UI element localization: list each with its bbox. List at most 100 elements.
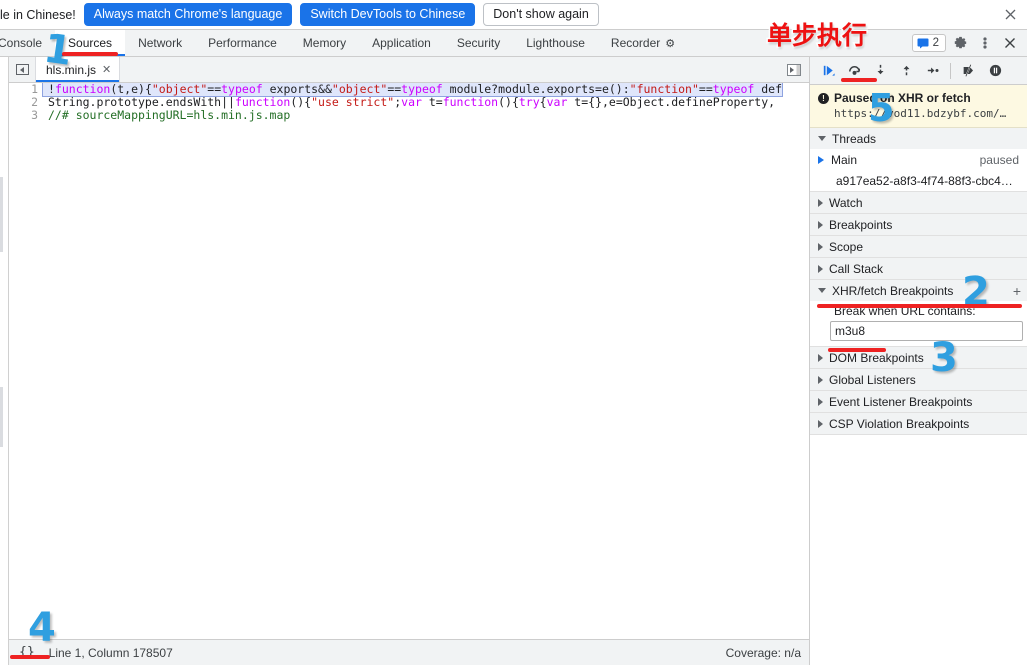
show-debugger-sidebar-icon[interactable]: [783, 61, 805, 79]
editor-pane: hls.min.js ✕ 1 !function(t,e){"object"==t…: [9, 57, 810, 665]
deactivate-breakpoints-icon[interactable]: [957, 60, 981, 82]
messages-count: 2: [932, 37, 939, 49]
thread-row-worker[interactable]: a917ea52-a8f3-4f74-88f3-cbc4…: [810, 170, 1027, 191]
tab-security[interactable]: Security: [444, 30, 513, 56]
tab-console[interactable]: Console: [0, 30, 55, 56]
file-tab-strip: hls.min.js ✕: [9, 57, 809, 83]
switch-devtools-language-button[interactable]: Switch DevTools to Chinese: [300, 3, 476, 26]
close-icon[interactable]: ✕: [102, 63, 111, 76]
tab-label: Lighthouse: [526, 36, 585, 50]
tab-performance[interactable]: Performance: [195, 30, 290, 56]
tab-application[interactable]: Application: [359, 30, 444, 56]
section-dom-breakpoints-header[interactable]: DOM Breakpoints: [810, 347, 1027, 368]
gear-icon[interactable]: [949, 32, 971, 54]
pause-on-exceptions-icon[interactable]: [983, 60, 1007, 82]
step-out-icon[interactable]: [894, 60, 918, 82]
cursor-position: Line 1, Column 178507: [48, 645, 173, 660]
chevron-right-icon: [818, 242, 823, 251]
close-icon[interactable]: [1001, 6, 1019, 24]
paused-reason-text: Paused on XHR or fetch: [834, 91, 971, 105]
sources-panel: hls.min.js ✕ 1 !function(t,e){"object"==t…: [0, 57, 1027, 665]
section-csp-violation-breakpoints: CSP Violation Breakpoints: [810, 413, 1027, 435]
thread-row-main[interactable]: Main paused: [810, 149, 1027, 170]
pretty-print-button[interactable]: {}: [15, 645, 39, 660]
navigator-collapsed-rail[interactable]: [0, 57, 9, 665]
kebab-menu-icon[interactable]: [974, 32, 996, 54]
section-scope-header[interactable]: Scope: [810, 236, 1027, 257]
section-title: XHR/fetch Breakpoints: [832, 283, 954, 298]
section-title: Global Listeners: [829, 372, 916, 387]
chevron-right-icon: [818, 397, 823, 406]
section-breakpoints: Breakpoints: [810, 214, 1027, 236]
tab-label: Sources: [68, 36, 113, 50]
section-watch-header[interactable]: Watch: [810, 192, 1027, 213]
tab-sources[interactable]: Sources: [55, 30, 126, 56]
thread-state: paused: [979, 152, 1019, 167]
toolbar-divider: [950, 62, 951, 79]
section-xhr-breakpoints-header[interactable]: XHR/fetch Breakpoints +: [810, 280, 1027, 301]
section-title: CSP Violation Breakpoints: [829, 416, 970, 431]
section-event-listener-breakpoints-header[interactable]: Event Listener Breakpoints: [810, 391, 1027, 412]
section-csp-violation-breakpoints-header[interactable]: CSP Violation Breakpoints: [810, 413, 1027, 434]
current-thread-icon: [818, 155, 824, 164]
messages-badge[interactable]: 2: [911, 34, 946, 52]
always-match-language-button[interactable]: Always match Chrome's language: [83, 3, 293, 26]
section-title: Breakpoints: [829, 217, 893, 232]
chevron-right-icon: [818, 375, 823, 384]
code-line[interactable]: 3 //# sourceMappingURL=hls.min.js.map: [9, 109, 809, 122]
chevron-right-icon: [818, 419, 823, 428]
devtools-window: le in Chinese! Always match Chrome's lan…: [0, 0, 1027, 665]
chevron-right-icon: [818, 198, 823, 207]
step-over-icon[interactable]: [842, 60, 866, 82]
locale-banner: le in Chinese! Always match Chrome's lan…: [0, 0, 1027, 30]
section-title: Scope: [829, 239, 864, 254]
close-devtools-icon[interactable]: [999, 32, 1021, 54]
tab-label: Performance: [208, 36, 277, 50]
rail-scroll-marker: [0, 177, 3, 252]
tab-memory[interactable]: Memory: [290, 30, 359, 56]
chevron-down-icon: [818, 288, 826, 293]
editor-status-bar: {} Line 1, Column 178507 Coverage: n/a: [9, 639, 809, 665]
section-scope: Scope: [810, 236, 1027, 258]
line-number[interactable]: 3: [9, 109, 43, 122]
paused-title: ! Paused on XHR or fetch: [818, 91, 1019, 105]
section-event-listener-breakpoints: Event Listener Breakpoints: [810, 391, 1027, 413]
section-global-listeners-header[interactable]: Global Listeners: [810, 369, 1027, 390]
coverage-status: Coverage: n/a: [725, 645, 801, 660]
step-into-icon[interactable]: [868, 60, 892, 82]
code-line-text: //# sourceMappingURL=hls.min.js.map: [48, 108, 291, 122]
thread-name: a917ea52-a8f3-4f74-88f3-cbc4…: [836, 173, 1013, 188]
step-icon[interactable]: [920, 60, 944, 82]
tab-recorder[interactable]: Recorder ⚙: [598, 30, 688, 56]
xhr-breakpoint-input[interactable]: [830, 321, 1023, 341]
section-title: Watch: [829, 195, 863, 210]
section-breakpoints-header[interactable]: Breakpoints: [810, 214, 1027, 235]
section-threads: Threads Main paused a917ea52-a8f3-4f74-8…: [810, 128, 1027, 192]
section-call-stack: Call Stack: [810, 258, 1027, 280]
tab-label: Memory: [302, 36, 347, 50]
chevron-right-icon: [818, 220, 823, 229]
code-editor[interactable]: 1 !function(t,e){"object"==typeof exports…: [9, 83, 809, 639]
tab-network[interactable]: Network: [125, 30, 195, 56]
section-title: Call Stack: [829, 261, 884, 276]
file-tab-hls-min-js[interactable]: hls.min.js ✕: [36, 57, 121, 82]
tab-label: Application: [372, 36, 431, 50]
xhr-breakpoint-editor: Break when URL contains:: [810, 301, 1027, 346]
dont-show-again-button[interactable]: Don't show again: [483, 3, 599, 26]
devtools-tabbar: Console Sources Network Performance Memo…: [0, 30, 1027, 57]
section-call-stack-header[interactable]: Call Stack: [810, 258, 1027, 279]
paused-url: https://vod11.bdzybf.com/…: [834, 107, 1007, 120]
chevron-down-icon: [818, 136, 826, 141]
section-threads-header[interactable]: Threads: [810, 128, 1027, 149]
thread-name: Main: [831, 152, 858, 167]
panel-tabs: Console Sources Network Performance Memo…: [0, 30, 912, 56]
section-title: DOM Breakpoints: [829, 350, 924, 365]
tab-lighthouse[interactable]: Lighthouse: [513, 30, 598, 56]
resume-icon[interactable]: [816, 60, 840, 82]
add-xhr-breakpoint-button[interactable]: +: [1013, 284, 1021, 298]
debugger-sidebar: ! Paused on XHR or fetch https://vod11.b…: [810, 57, 1027, 665]
chevron-right-icon: [818, 264, 823, 273]
show-navigator-icon[interactable]: [9, 57, 36, 82]
section-xhr-breakpoints: XHR/fetch Breakpoints + Break when URL c…: [810, 280, 1027, 347]
section-title: Event Listener Breakpoints: [829, 394, 973, 409]
